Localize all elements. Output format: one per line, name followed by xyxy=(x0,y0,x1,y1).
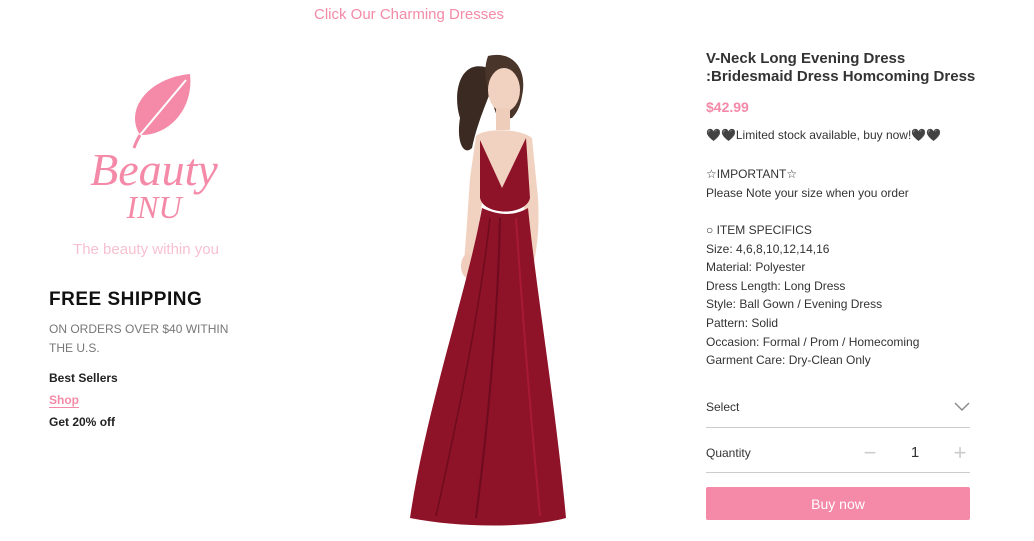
chevron-down-icon[interactable] xyxy=(954,402,970,412)
quantity-label: Quantity xyxy=(706,445,751,460)
logo-tagline: The beauty within you xyxy=(73,241,219,258)
item-specifics: ○ ITEM SPECIFICS Size: 4,6,8,10,12,14,16… xyxy=(706,221,919,370)
shop-link[interactable]: Shop xyxy=(49,393,79,408)
important-notice: ☆IMPORTANT☆ Please Note your size when y… xyxy=(706,165,909,203)
beauty-inu-logo: Beauty INU The beauty within you xyxy=(73,74,219,258)
spec-occasion: Occasion: Formal / Prom / Homecoming xyxy=(706,334,920,349)
stock-notice: 🖤🖤Limited stock available, buy now!🖤🖤 xyxy=(706,128,942,142)
important-title: ☆IMPORTANT☆ xyxy=(706,167,798,181)
best-sellers-link[interactable]: Best Sellers xyxy=(49,371,118,385)
spec-material: Material: Polyester xyxy=(706,260,806,275)
charming-dresses-link[interactable]: Click Our Charming Dresses xyxy=(314,6,504,23)
size-select[interactable]: Select xyxy=(706,386,970,428)
spec-style: Style: Ball Gown / Evening Dress xyxy=(706,297,883,312)
product-image xyxy=(380,48,610,530)
discount-link[interactable]: Get 20% off xyxy=(49,415,115,429)
spec-size: Size: 4,6,8,10,12,14,16 xyxy=(706,241,830,256)
brand-logo[interactable]: Beauty INU The beauty within you xyxy=(48,70,258,265)
select-label: Select xyxy=(706,399,740,414)
dress-model-image xyxy=(410,54,566,526)
logo-wordmark-sub: INU xyxy=(125,189,183,225)
quantity-stepper: Quantity − 1 + xyxy=(706,433,970,473)
leaf-icon xyxy=(132,74,191,149)
product-title: V-Neck Long Evening Dress :Bridesmaid Dr… xyxy=(706,50,976,85)
free-shipping-subtext: ON ORDERS OVER $40 WITHIN THE U.S. xyxy=(49,322,229,355)
quantity-increase-button[interactable]: + xyxy=(950,441,970,463)
quantity-decrease-button[interactable]: − xyxy=(860,441,880,463)
logo-wordmark: Beauty xyxy=(90,144,218,195)
important-note: Please Note your size when you order xyxy=(706,186,909,200)
quantity-value[interactable]: 1 xyxy=(880,444,950,461)
buy-now-button[interactable]: Buy now xyxy=(706,487,970,520)
product-price: $42.99 xyxy=(706,99,749,115)
specs-heading: ○ ITEM SPECIFICS xyxy=(706,223,812,237)
spec-garment-care: Garment Care: Dry-Clean Only xyxy=(706,353,871,368)
spec-dress-length: Dress Length: Long Dress xyxy=(706,278,846,293)
spec-pattern: Pattern: Solid xyxy=(706,315,779,330)
free-shipping-heading: FREE SHIPPING xyxy=(49,289,203,310)
